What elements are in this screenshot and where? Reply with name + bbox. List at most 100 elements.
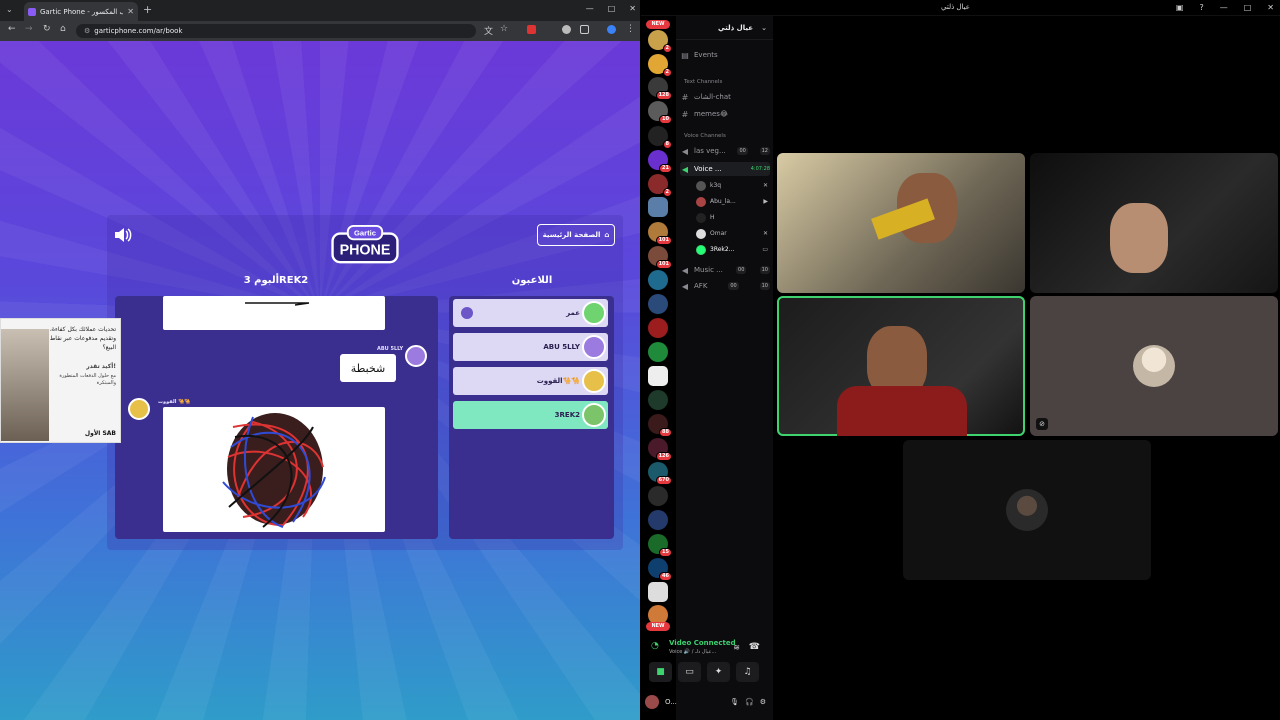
video-tile-avatar[interactable] (903, 440, 1151, 580)
server-icon[interactable]: 101 (648, 222, 672, 245)
video-connected-label[interactable]: Video Connected (669, 639, 736, 647)
microphone-icon[interactable]: 🎙 (730, 698, 739, 706)
profile-icon[interactable] (607, 25, 616, 34)
url-field[interactable]: ⚙ garticphone.com/ar/book (76, 24, 476, 38)
server-icon[interactable]: 46 (648, 558, 672, 581)
voice-channels-category[interactable]: Voice Channels (684, 133, 726, 139)
server-icon[interactable] (648, 582, 668, 602)
reload-icon[interactable]: ↻ (43, 24, 51, 34)
server-icon[interactable] (648, 342, 668, 362)
voice-channel-las-vegas[interactable]: ◀ las veg... 00 12 (680, 144, 770, 158)
user-limit-pill: 10 (759, 282, 770, 290)
voice-channel-active[interactable]: ◀ Voice ... 4:07:28 (680, 162, 770, 176)
channel-label: Voice ... (694, 165, 722, 173)
server-icon[interactable]: 88 (648, 414, 672, 437)
video-tile[interactable] (777, 153, 1025, 293)
server-icon[interactable] (648, 486, 668, 506)
back-icon[interactable]: ← (8, 24, 16, 34)
help-icon[interactable]: ? (1199, 3, 1203, 12)
voice-channel-afk[interactable]: ◀ AFK 00 10 (680, 279, 770, 293)
close-tab-icon[interactable]: ✕ (127, 7, 134, 16)
tab-search-icon[interactable]: ⌄ (6, 5, 13, 14)
mention-badge: 88 (659, 428, 672, 437)
channel-label: las veg... (694, 147, 726, 155)
events-item[interactable]: ▤ Events (680, 48, 770, 62)
maximize-button[interactable]: □ (608, 4, 616, 13)
server-icon[interactable] (648, 270, 668, 290)
voice-member[interactable]: Abu_la... ▶ (696, 195, 768, 208)
mention-badge: 8 (662, 140, 672, 149)
soundboard-button[interactable]: ♫ (736, 662, 759, 682)
server-icon[interactable] (648, 318, 668, 338)
server-icon[interactable] (648, 510, 668, 530)
channel-sidebar: عيال ذلتي ⌄ ▤ Events Text Channels # الشات… (676, 16, 773, 720)
voice-member[interactable]: Omar ✕ (696, 227, 768, 240)
server-icon[interactable] (648, 366, 668, 386)
new-tab-icon[interactable]: + (143, 3, 152, 16)
album-panel: ABU 5LLY شخبطة القووت 🐪🐪 (115, 296, 438, 539)
channel-chat[interactable]: # الشات-chat (680, 90, 770, 104)
home-icon[interactable]: ⌂ (60, 24, 66, 34)
voice-member[interactable]: H (696, 211, 768, 224)
maximize-button[interactable]: □ (1244, 3, 1252, 12)
user-count-pill: 00 (736, 266, 747, 274)
text-channels-category[interactable]: Text Channels (684, 79, 722, 85)
minimize-button[interactable]: — (1220, 3, 1228, 12)
browser-menu-icon[interactable]: ⋮ (626, 24, 635, 34)
minimize-button[interactable]: — (586, 4, 594, 13)
server-icon[interactable]: 101 (648, 246, 672, 269)
server-icon[interactable] (648, 197, 668, 217)
member-name: k3q (710, 182, 722, 189)
server-icon[interactable] (648, 390, 668, 410)
extension-icon[interactable] (527, 25, 536, 34)
server-icon[interactable]: 15 (648, 534, 672, 557)
headphones-icon[interactable]: 🎧 (745, 698, 754, 706)
screen-share-button[interactable]: ▭ (678, 662, 701, 682)
server-icon[interactable]: 2 (648, 54, 672, 77)
sound-icon[interactable] (114, 227, 132, 243)
inbox-icon[interactable]: ▣ (1176, 3, 1184, 12)
server-icon[interactable]: 126 (648, 438, 672, 461)
sab-ad-banner[interactable]: تحديات عملائك بكل كفاءة، وتقديم مدفوعات … (0, 318, 121, 443)
user-limit-pill: 10 (759, 266, 770, 274)
signal-icon: ◔ (651, 641, 659, 651)
voice-member[interactable]: k3q ✕ (696, 179, 768, 192)
activities-button[interactable]: ✦ (707, 662, 730, 682)
server-icon[interactable]: 128 (648, 77, 672, 100)
close-button[interactable]: ✕ (1267, 3, 1274, 12)
server-icon[interactable]: 10 (648, 101, 672, 124)
mention-badge: 670 (655, 476, 672, 485)
site-info-icon[interactable]: ⚙ (84, 27, 90, 35)
server-icon[interactable] (648, 294, 668, 314)
extension-2-icon[interactable] (562, 25, 571, 34)
video-tile-speaking[interactable] (777, 296, 1025, 436)
voice-channel-music[interactable]: ◀ Music ... 00 10 (680, 263, 770, 277)
tab-gartic[interactable]: Gartic Phone - الهاتف المكسور ✕ (24, 2, 138, 21)
settings-gear-icon[interactable]: ⚙ (760, 698, 766, 706)
server-icon[interactable]: 2 (648, 174, 672, 197)
server-icon[interactable]: 8 (648, 126, 672, 149)
translate-icon[interactable]: 文 (484, 24, 493, 37)
forward-icon[interactable]: → (25, 24, 33, 34)
noise-suppression-icon[interactable]: ≋ (733, 643, 740, 652)
camera-button[interactable]: ■ (649, 662, 672, 682)
bookmark-star-icon[interactable]: ☆ (500, 24, 508, 34)
logo-line2: PHONE (340, 243, 391, 259)
video-tile[interactable] (1030, 153, 1278, 293)
disconnect-icon[interactable]: ☎ (749, 642, 760, 652)
server-icon[interactable]: 21 (648, 150, 672, 173)
server-icon[interactable]: 670 (648, 462, 672, 485)
album-title: ألبوم 3REK2 (243, 275, 309, 286)
guild-header[interactable]: عيال ذلتي ⌄ (676, 16, 773, 40)
close-window-button[interactable]: ✕ (629, 4, 636, 13)
avatar[interactable] (645, 695, 659, 709)
mention-badge: 2 (662, 68, 672, 77)
video-tile-avatar[interactable]: ⊘ (1030, 296, 1278, 436)
extensions-puzzle-icon[interactable] (580, 25, 589, 34)
server-icon[interactable]: 2 (648, 30, 672, 53)
channel-memes[interactable]: # memes😂 (680, 107, 770, 121)
home-button[interactable]: الصفحة الرئيسية ⌂ (537, 224, 615, 246)
voice-member[interactable]: 3Rek2... ▭ (696, 243, 768, 256)
crown-icon (461, 307, 473, 319)
calendar-icon: ▤ (681, 50, 689, 60)
